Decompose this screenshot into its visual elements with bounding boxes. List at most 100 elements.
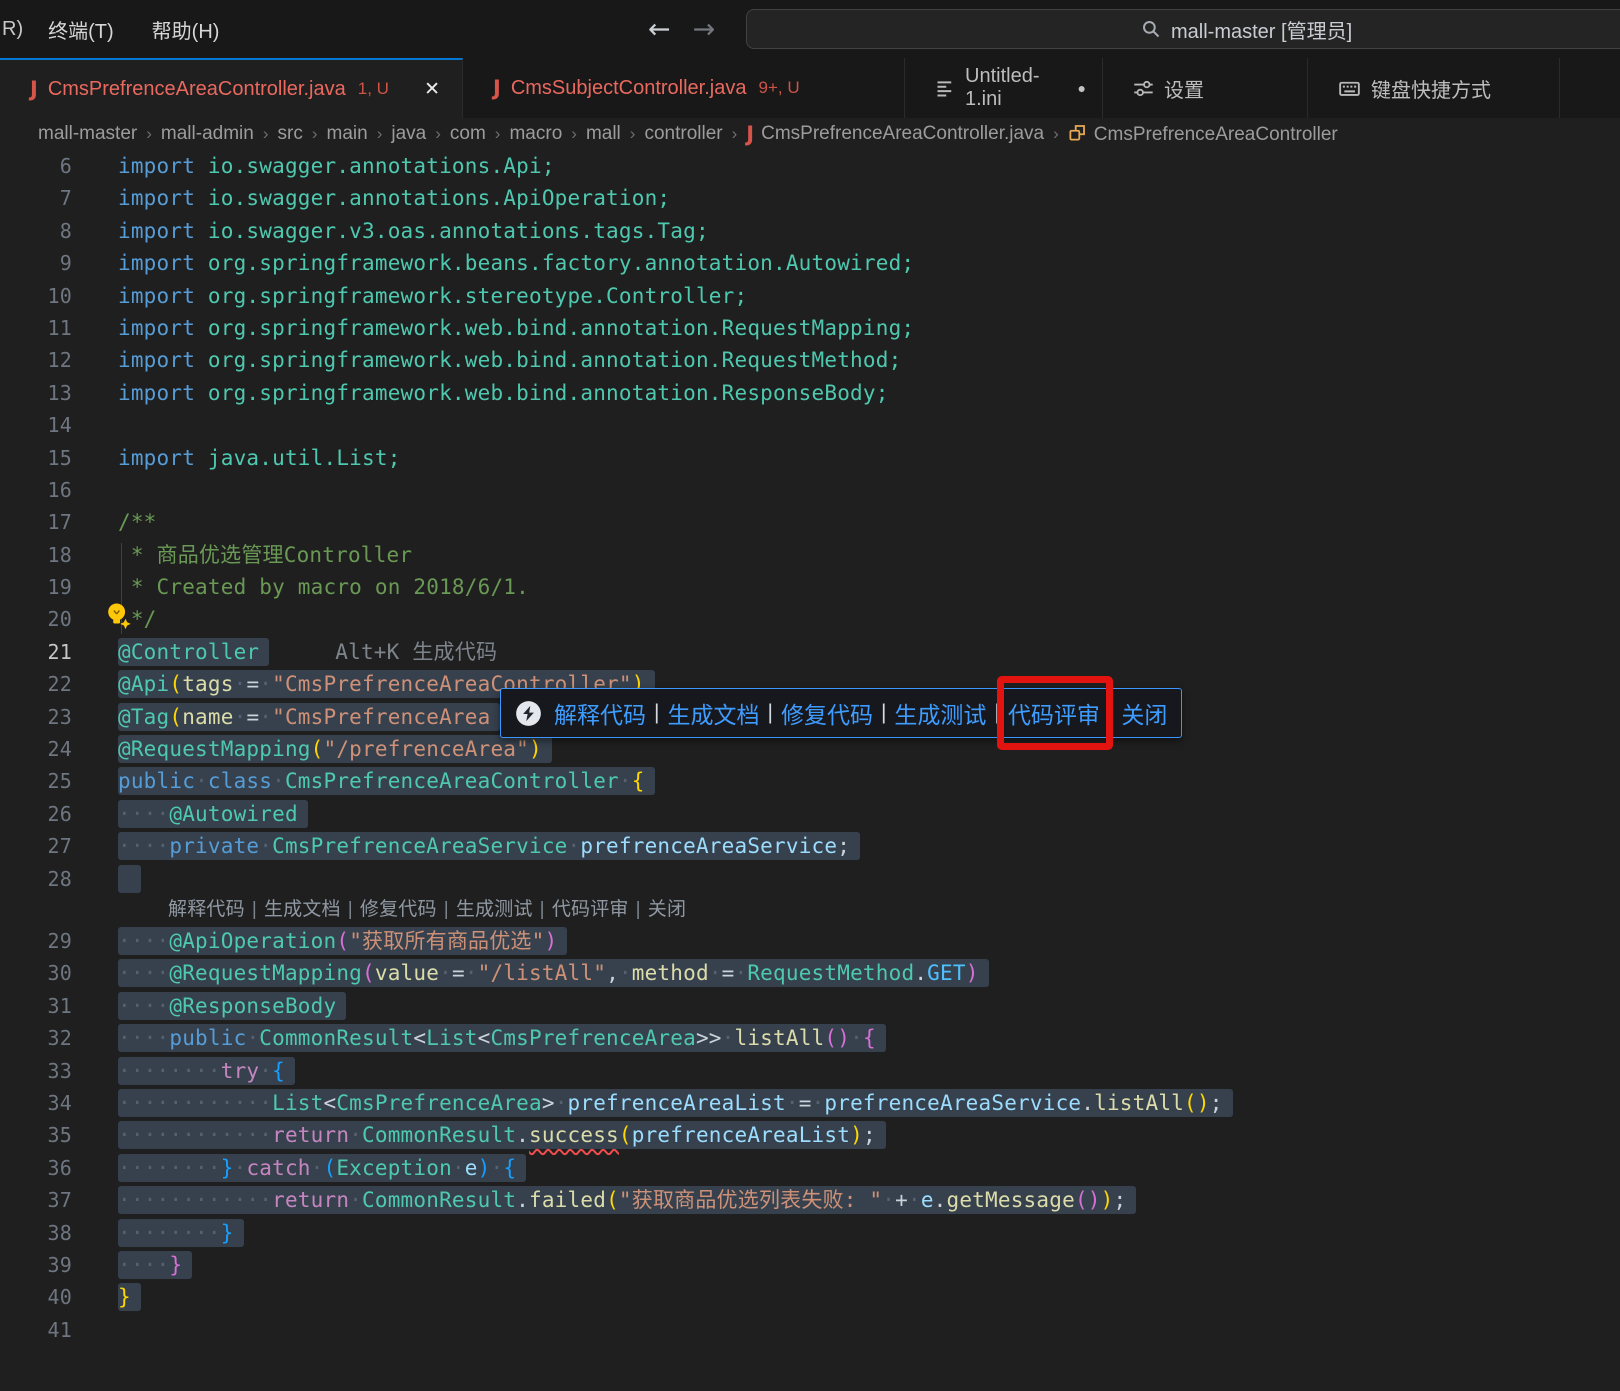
tab-键盘快捷方式[interactable]: 键盘快捷方式 [1308, 58, 1560, 118]
tab-设置[interactable]: 设置 [1103, 58, 1308, 118]
line-number: 6 [0, 150, 72, 182]
popup-action-生成测试[interactable]: 生成测试 [894, 696, 986, 730]
selection-highlight: ········} [118, 1219, 244, 1247]
line-number: 10 [0, 280, 72, 312]
code-line: 10 import org.springframework.stereotype.… [0, 280, 1620, 312]
breadcrumb-item-mall-master[interactable]: mall-master [38, 123, 137, 145]
line-content: ····public·CommonResult<List<CmsPrefrenc… [118, 1022, 886, 1054]
breadcrumb-separator: › [723, 124, 747, 144]
line-number: 21 [0, 636, 72, 668]
breadcrumb-item-com[interactable]: com [450, 123, 486, 145]
popup-separator: | [654, 701, 659, 725]
code-line: 21 @Controller Alt+K 生成代码 [0, 636, 1620, 668]
java-file-icon: J [493, 76, 501, 100]
class-icon [1068, 123, 1087, 142]
selection-highlight: @Controller [118, 638, 269, 666]
breadcrumb-separator: › [303, 124, 327, 144]
popup-action-代码评审[interactable]: 代码评审 [1008, 696, 1100, 730]
sliders-icon [1133, 78, 1154, 99]
code-line: 13import org.springframework.web.bind.an… [0, 377, 1620, 409]
breadcrumb: mall-master›mall-admin›src›main›java›com… [0, 118, 1620, 150]
breadcrumb-item-macro[interactable]: macro [509, 123, 562, 145]
lightbulb-sparkle-icon[interactable] [104, 601, 132, 636]
breadcrumb-item-src[interactable]: src [278, 123, 303, 145]
tab-CmsSubjectController.java[interactable]: JCmsSubjectController.java9+, U [463, 58, 905, 118]
codelens-生成文档[interactable]: 生成文档 [264, 899, 341, 920]
popup-action-生成文档[interactable]: 生成文档 [667, 696, 759, 730]
selection-highlight: } [118, 1283, 141, 1311]
line-content: import io.swagger.v3.oas.annotations.tag… [118, 215, 709, 247]
code-line: 18 * 商品优选管理Controller [0, 539, 1620, 571]
line-content: } [118, 1281, 141, 1313]
line-content: ········}·catch·(Exception·e)·{ [118, 1152, 526, 1184]
code-line: 25public·class·CmsPrefrenceAreaControlle… [0, 765, 1620, 797]
code-line: 29 ····@ApiOperation("获取所有商品优选") [0, 925, 1620, 957]
tab-label: 设置 [1164, 74, 1204, 103]
codelens-修复代码[interactable]: 修复代码 [360, 899, 437, 920]
breadcrumb-item-main[interactable]: main [327, 123, 368, 145]
menu-item-0[interactable]: 终端(T) [29, 15, 133, 44]
selection-highlight: ····@ApiOperation("获取所有商品优选") [118, 927, 567, 955]
popup-action-解释代码[interactable]: 解释代码 [554, 696, 646, 730]
command-center-search[interactable]: mall-master [管理员] [746, 9, 1620, 49]
line-content: import io.swagger.annotations.ApiOperati… [118, 182, 670, 214]
line-content: /** [118, 506, 157, 538]
line-content: import org.springframework.web.bind.anno… [118, 377, 889, 409]
codelens-代码评审[interactable]: 代码评审 [552, 899, 629, 920]
close-tab-icon[interactable]: ✕ [418, 76, 446, 103]
breadcrumb-item-mall-admin[interactable]: mall-admin [161, 123, 254, 145]
selection-highlight: ····@ResponseBody [118, 992, 346, 1020]
line-number: 37 [0, 1184, 72, 1216]
menu-item-1[interactable]: 帮助(H) [133, 15, 239, 44]
breadcrumb-symbol[interactable]: CmsPrefrenceAreaController [1068, 123, 1338, 146]
line-content: public·class·CmsPrefrenceAreaController·… [118, 765, 655, 797]
codelens-actions[interactable]: 解释代码|生成文档|修复代码|生成测试|代码评审|关闭 [0, 895, 1620, 925]
codelens-关闭[interactable]: 关闭 [648, 899, 686, 920]
selection-highlight: ····} [118, 1251, 192, 1279]
line-number: 17 [0, 506, 72, 538]
code-line: 36········}·catch·(Exception·e)·{ [0, 1152, 1620, 1184]
line-content: import org.springframework.stereotype.Co… [118, 280, 747, 312]
search-icon [1141, 19, 1161, 39]
codelens-separator: | [629, 899, 648, 920]
breadcrumb-item-java[interactable]: java [391, 123, 426, 145]
codelens-生成测试[interactable]: 生成测试 [456, 899, 533, 920]
selection-highlight: ········}·catch·(Exception·e)·{ [118, 1154, 526, 1182]
codelens-解释代码[interactable]: 解释代码 [168, 899, 245, 920]
line-number: 35 [0, 1119, 72, 1151]
menu-item-partial[interactable]: R) [0, 18, 29, 41]
breadcrumb-file[interactable]: JCmsPrefrenceAreaController.java [746, 122, 1044, 146]
tab-CmsPrefrenceAreaController.java[interactable]: JCmsPrefrenceAreaController.java1, U✕ [0, 58, 463, 118]
line-number: 14 [0, 409, 72, 441]
line-content: import org.springframework.beans.factory… [118, 247, 914, 279]
line-number: 28 [0, 863, 72, 895]
code-editor[interactable]: 6import io.swagger.annotations.Api;7impo… [0, 150, 1620, 1346]
tab-Untitled-1.ini[interactable]: Untitled-1.ini ● [905, 58, 1103, 118]
selection-highlight: ············return·CommonResult.success(… [118, 1121, 886, 1149]
line-number: 15 [0, 442, 72, 474]
tab-label: 键盘快捷方式 [1371, 74, 1491, 103]
line-content: * 商品优选管理Controller [118, 539, 412, 571]
code-line: 17 /** [0, 506, 1620, 538]
keyboard-icon [1338, 77, 1361, 100]
inline-hint: Alt+K 生成代码 [335, 640, 497, 664]
vscode-window: { "window": { "menu_fragment": "R)", "me… [0, 0, 1620, 1391]
code-line: 28 [0, 863, 1620, 895]
tab-label: Untitled-1.ini [965, 65, 1060, 111]
forward-arrow-icon[interactable]: → [693, 14, 716, 45]
line-number: 26 [0, 798, 72, 830]
code-line: 20 */ [0, 603, 1620, 635]
line-content: ····@RequestMapping(value·=·"/listAll",·… [118, 957, 989, 989]
code-line: 31····@ResponseBody [0, 990, 1620, 1022]
selection-highlight: ············List<CmsPrefrenceArea>·prefr… [118, 1089, 1233, 1117]
dirty-dot-icon[interactable]: ● [1078, 80, 1086, 96]
back-arrow-icon[interactable]: ← [648, 14, 671, 45]
breadcrumb-item-mall[interactable]: mall [586, 123, 621, 145]
code-line: 9import org.springframework.beans.factor… [0, 247, 1620, 279]
code-line: 6import io.swagger.annotations.Api; [0, 150, 1620, 182]
code-line: 8import io.swagger.v3.oas.annotations.ta… [0, 215, 1620, 247]
line-number: 29 [0, 925, 72, 957]
popup-action-修复代码[interactable]: 修复代码 [781, 696, 873, 730]
breadcrumb-item-controller[interactable]: controller [644, 123, 722, 145]
popup-action-关闭[interactable]: 关闭 [1121, 696, 1167, 730]
